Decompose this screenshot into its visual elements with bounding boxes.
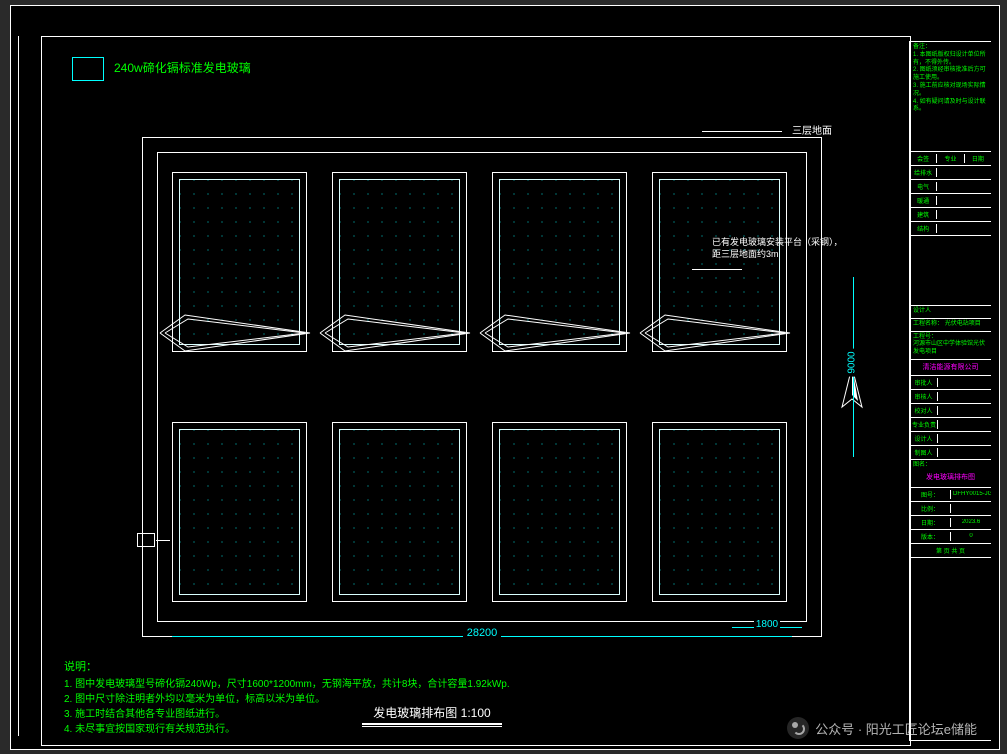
td: 日期： (910, 518, 951, 527)
title-block: 备注： 1. 本图纸版权归设计单位所有，不得外传。 2. 图纸须经审核批准后方可… (909, 41, 991, 741)
panel-column-3 (492, 172, 627, 602)
td: DFHY0015-JGC002 (951, 491, 991, 497)
plan-drawing: 三层地面 (112, 117, 842, 637)
pv-panel (652, 172, 787, 352)
dimension-segment: 1800 (732, 619, 802, 635)
td: 校对人 (910, 406, 938, 415)
general-notes: 说明： 1. 图中发电玻璃型号碲化镉240Wp，尺寸1600*1200mm，无钢… (64, 659, 510, 738)
td: 给排水 (910, 168, 937, 177)
tb-signatures: 审批人 审核人 校对人 专业负责 设计人 制图人 (910, 376, 991, 460)
th: 专业 (937, 154, 964, 163)
val: 河源市山区中学体验馆光伏发电项目 (913, 341, 985, 355)
td: 版本： (910, 532, 951, 541)
note-item: 2. 图中尺寸除注明者外均以毫米为单位，标高以米为单位。 (64, 692, 510, 707)
note-item: 1. 图中发电玻璃型号碲化镉240Wp，尺寸1600*1200mm，无钢海平放，… (64, 677, 510, 692)
td: 制图人 (910, 448, 938, 457)
platform-callout: 已有发电玻璃安装平台（采钢）， 距三层地面约3m (712, 237, 852, 260)
tb-discipline-table: 给排水 电气 暖通 建筑 结构 (910, 166, 991, 236)
tb-logo-area (910, 236, 991, 306)
th: 日期 (965, 154, 991, 163)
legend-swatch (72, 57, 104, 81)
pv-panel (332, 172, 467, 352)
dimension-horizontal: 28200 (172, 627, 792, 645)
leader-line (692, 269, 742, 270)
watermark-text: 公众号 · 阳光工匠论坛e储能 (815, 719, 977, 738)
td: 结构 (910, 224, 937, 233)
td: 电气 (910, 182, 937, 191)
note-item: 4. 未尽事宜按国家现行有关规范执行。 (64, 722, 510, 737)
cad-canvas[interactable]: 240w碲化镉标准发电玻璃 三层地面 (10, 5, 1000, 750)
td: 审批人 (910, 378, 938, 387)
tb-notes-heading: 备注： (913, 44, 988, 52)
dim-value: 1800 (754, 619, 780, 630)
tb-meta: 图号：DFHY0015-JGC002 比例： 日期：2023.6 版本：0 第 … (910, 488, 991, 558)
pv-panel (492, 422, 627, 602)
tb-subproject: 工程号： 河源市山区中学体验馆光伏发电项目 (910, 332, 991, 360)
callout-line2: 距三层地面约3m (712, 249, 852, 261)
note-item: 3. 施工时结合其他各专业图纸进行。 (64, 707, 510, 722)
td: 专业负责 (910, 420, 938, 429)
dimension-vertical: 9000 (844, 277, 862, 457)
tb-project-name: 工程名称： 光伏电站项目 (910, 319, 991, 332)
adjacent-sheet-edge (11, 36, 19, 736)
val: 光伏电站项目 (945, 321, 981, 327)
dim-value: 9000 (847, 348, 858, 376)
pv-panel (492, 172, 627, 352)
section-marker (137, 533, 155, 547)
td: 审核人 (910, 392, 938, 401)
notes-heading: 说明： (64, 659, 510, 676)
tb-designer: 设计人 (910, 306, 991, 319)
td: 2023.6 (951, 519, 991, 525)
watermark: 公众号 · 阳光工匠论坛e储能 (787, 717, 977, 739)
panel-column-2 (332, 172, 467, 602)
callout-line1: 已有发电玻璃安装平台（采钢）， (712, 237, 852, 249)
td: 第 页 共 页 (910, 546, 991, 555)
td: 设计人 (910, 434, 938, 443)
pv-panel (172, 422, 307, 602)
pv-panel (332, 422, 467, 602)
td: 比例： (910, 504, 951, 513)
panel-array (172, 172, 792, 602)
leader-line (702, 131, 782, 132)
legend-label: 240w碲化镉标准发电玻璃 (114, 59, 251, 76)
td: 0 (951, 533, 991, 539)
td: 暖通 (910, 196, 937, 205)
pv-panel (172, 172, 307, 352)
panel-column-1 (172, 172, 307, 602)
tb-notes-body: 1. 本图纸版权归设计单位所有，不得外传。 2. 图纸须经审核批准后方可施工使用… (913, 52, 988, 114)
tb-dwg-name: 图名： 发电玻璃排布图 (910, 460, 991, 488)
td: 图号： (910, 490, 951, 499)
tb-company: 清洁能源有限公司 (910, 360, 991, 376)
lbl: 工程号： (913, 334, 937, 340)
tb-notes: 备注： 1. 本图纸版权归设计单位所有，不得外传。 2. 图纸须经审核批准后方可… (910, 42, 991, 152)
drawing-frame: 240w碲化镉标准发电玻璃 三层地面 (41, 36, 911, 746)
dim-value: 28200 (463, 627, 502, 639)
roof-level-label: 三层地面 (792, 122, 832, 137)
td: 建筑 (910, 210, 937, 219)
lbl: 工程名称： (913, 321, 943, 327)
lbl: 图名： (913, 462, 931, 468)
pv-panel (652, 422, 787, 602)
tb-signoff-header: 会签 专业 日期 (910, 152, 991, 166)
wechat-icon (787, 717, 809, 739)
val: 发电玻璃排布图 (913, 470, 988, 485)
th: 会签 (910, 154, 937, 163)
